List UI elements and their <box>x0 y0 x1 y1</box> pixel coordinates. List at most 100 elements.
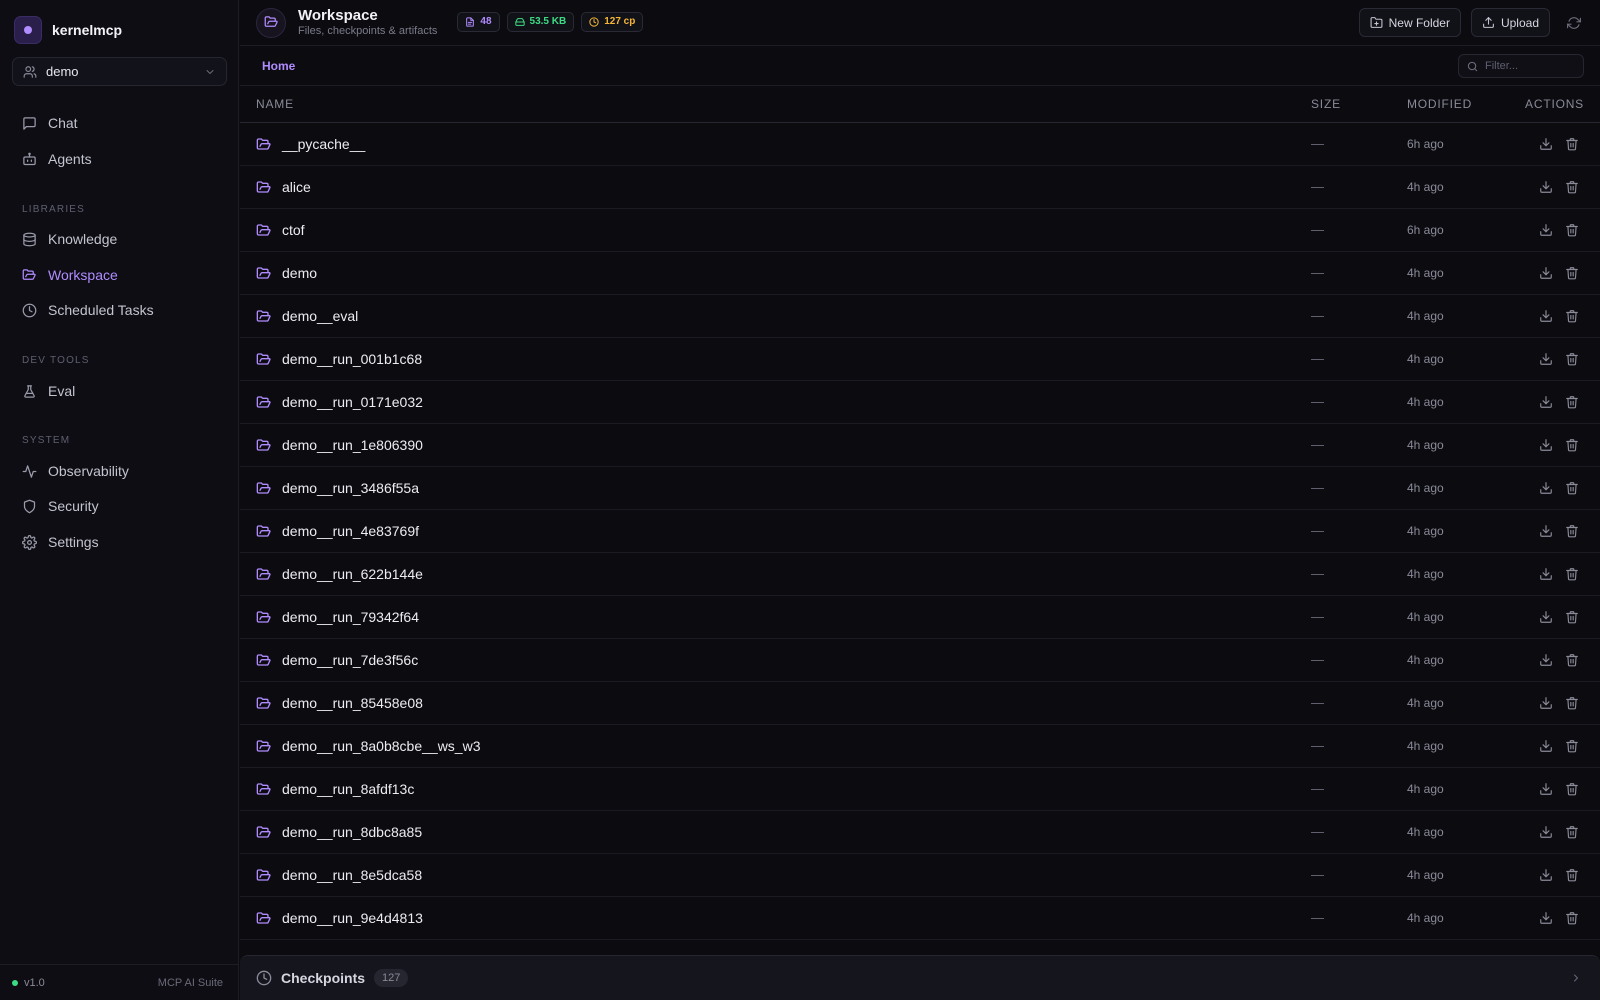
upload-button[interactable]: Upload <box>1470 8 1550 37</box>
table-row[interactable]: demo — 4h ago <box>240 252 1600 295</box>
table-row[interactable]: ctof — 6h ago <box>240 209 1600 252</box>
download-icon[interactable] <box>1539 868 1553 882</box>
download-icon[interactable] <box>1539 696 1553 710</box>
checkpoints-bar[interactable]: Checkpoints 127 <box>240 955 1600 1000</box>
new-folder-button[interactable]: New Folder <box>1358 8 1461 37</box>
folder-icon <box>256 610 272 626</box>
download-icon[interactable] <box>1539 524 1553 538</box>
trash-icon[interactable] <box>1565 223 1579 237</box>
refresh-button[interactable] <box>1560 9 1588 37</box>
table-row[interactable]: demo__run_9e4d4813 — 4h ago <box>240 897 1600 940</box>
trash-icon[interactable] <box>1565 137 1579 151</box>
trash-icon[interactable] <box>1565 395 1579 409</box>
download-icon[interactable] <box>1539 567 1553 581</box>
table-row[interactable]: demo__run_8dbc8a85 — 4h ago <box>240 811 1600 854</box>
column-header-name[interactable]: NAME <box>256 97 294 111</box>
trash-icon[interactable] <box>1565 180 1579 194</box>
table-row[interactable]: demo__run_8a0b8cbe__ws_w3 — 4h ago <box>240 725 1600 768</box>
trash-icon[interactable] <box>1565 825 1579 839</box>
trash-icon[interactable] <box>1565 481 1579 495</box>
sidebar-item-eval[interactable]: Eval <box>12 376 227 406</box>
trash-icon[interactable] <box>1565 567 1579 581</box>
sidebar-item-security[interactable]: Security <box>12 491 227 521</box>
table-row[interactable]: demo__run_0171e032 — 4h ago <box>240 381 1600 424</box>
row-name[interactable]: demo__run_8dbc8a85 <box>282 824 422 840</box>
row-name[interactable]: alice <box>282 179 311 195</box>
sidebar-item-agents[interactable]: Agents <box>12 144 227 174</box>
download-icon[interactable] <box>1539 782 1553 796</box>
trash-icon[interactable] <box>1565 524 1579 538</box>
filter-input[interactable] <box>1485 60 1577 72</box>
brand[interactable]: kernelmcp <box>14 16 122 44</box>
trash-icon[interactable] <box>1565 696 1579 710</box>
download-icon[interactable] <box>1539 309 1553 323</box>
table-row[interactable]: demo__run_7de3f56c — 4h ago <box>240 639 1600 682</box>
trash-icon[interactable] <box>1565 266 1579 280</box>
row-name[interactable]: demo__run_0171e032 <box>282 394 423 410</box>
table-row[interactable]: demo__run_622b144e — 4h ago <box>240 553 1600 596</box>
sidebar-item-workspace[interactable]: Workspace <box>12 260 227 290</box>
row-name[interactable]: demo__run_622b144e <box>282 566 423 582</box>
sidebar-item-observability[interactable]: Observability <box>12 456 227 486</box>
download-icon[interactable] <box>1539 352 1553 366</box>
download-icon[interactable] <box>1539 481 1553 495</box>
table-row[interactable]: demo__run_79342f64 — 4h ago <box>240 596 1600 639</box>
table-row[interactable]: demo__run_8e5dca58 — 4h ago <box>240 854 1600 897</box>
download-icon[interactable] <box>1539 911 1553 925</box>
row-name[interactable]: demo__run_8a0b8cbe__ws_w3 <box>282 738 480 754</box>
download-icon[interactable] <box>1539 825 1553 839</box>
trash-icon[interactable] <box>1565 653 1579 667</box>
download-icon[interactable] <box>1539 610 1553 624</box>
sidebar-item-knowledge[interactable]: Knowledge <box>12 224 227 254</box>
table-row[interactable]: demo__run_85458e08 — 4h ago <box>240 682 1600 725</box>
column-header-modified[interactable]: MODIFIED <box>1407 97 1472 111</box>
table-row[interactable]: __pycache__ — 6h ago <box>240 123 1600 166</box>
row-name[interactable]: ctof <box>282 222 305 238</box>
trash-icon[interactable] <box>1565 309 1579 323</box>
trash-icon[interactable] <box>1565 352 1579 366</box>
row-name[interactable]: demo__run_8afdf13c <box>282 781 414 797</box>
download-icon[interactable] <box>1539 180 1553 194</box>
breadcrumb-home[interactable]: Home <box>262 59 295 73</box>
download-icon[interactable] <box>1539 223 1553 237</box>
gear-icon <box>22 534 37 550</box>
row-name[interactable]: demo__run_79342f64 <box>282 609 419 625</box>
table-row[interactable]: alice — 4h ago <box>240 166 1600 209</box>
trash-icon[interactable] <box>1565 868 1579 882</box>
row-name[interactable]: demo__run_3486f55a <box>282 480 419 496</box>
row-name[interactable]: demo__run_001b1c68 <box>282 351 422 367</box>
download-icon[interactable] <box>1539 653 1553 667</box>
table-row[interactable]: demo__run_8afdf13c — 4h ago <box>240 768 1600 811</box>
download-icon[interactable] <box>1539 266 1553 280</box>
trash-icon[interactable] <box>1565 911 1579 925</box>
sidebar-item-chat[interactable]: Chat <box>12 108 227 138</box>
trash-icon[interactable] <box>1565 438 1579 452</box>
table-row[interactable]: demo__run_001b1c68 — 4h ago <box>240 338 1600 381</box>
download-icon[interactable] <box>1539 395 1553 409</box>
table-row[interactable]: demo__run_4e83769f — 4h ago <box>240 510 1600 553</box>
table-row[interactable]: demo__run_3486f55a — 4h ago <box>240 467 1600 510</box>
sidebar-item-label: Settings <box>48 534 99 550</box>
table-row[interactable]: demo__run_1e806390 — 4h ago <box>240 424 1600 467</box>
filter-field[interactable] <box>1458 54 1584 78</box>
row-name[interactable]: demo__run_4e83769f <box>282 523 419 539</box>
row-name[interactable]: demo__run_7de3f56c <box>282 652 418 668</box>
download-icon[interactable] <box>1539 438 1553 452</box>
row-name[interactable]: __pycache__ <box>282 136 365 152</box>
row-name[interactable]: demo__run_8e5dca58 <box>282 867 422 883</box>
row-name[interactable]: demo__eval <box>282 308 358 324</box>
table-row[interactable]: demo__eval — 4h ago <box>240 295 1600 338</box>
row-name[interactable]: demo__run_1e806390 <box>282 437 423 453</box>
sidebar-item-scheduled-tasks[interactable]: Scheduled Tasks <box>12 295 227 325</box>
user-select[interactable]: demo <box>12 57 227 86</box>
sidebar-item-settings[interactable]: Settings <box>12 527 227 557</box>
download-icon[interactable] <box>1539 137 1553 151</box>
row-name[interactable]: demo <box>282 265 317 281</box>
trash-icon[interactable] <box>1565 610 1579 624</box>
download-icon[interactable] <box>1539 739 1553 753</box>
column-header-size[interactable]: SIZE <box>1311 97 1341 111</box>
row-name[interactable]: demo__run_9e4d4813 <box>282 910 423 926</box>
trash-icon[interactable] <box>1565 739 1579 753</box>
trash-icon[interactable] <box>1565 782 1579 796</box>
row-name[interactable]: demo__run_85458e08 <box>282 695 423 711</box>
